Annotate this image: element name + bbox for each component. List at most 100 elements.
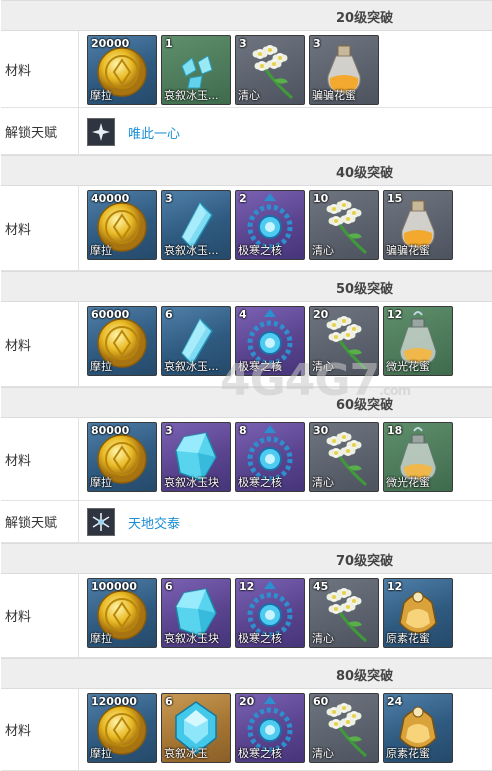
material-name: 微光花蜜 (386, 360, 430, 373)
section-title: 20级突破 (336, 11, 394, 26)
material-name: 极寒之核 (238, 476, 282, 489)
material-count: 12 (387, 308, 403, 321)
material-item[interactable]: 4 极寒之核 (235, 306, 305, 376)
section-title: 40级突破 (336, 166, 394, 181)
material-name: 摩拉 (90, 244, 112, 257)
material-count: 24 (387, 695, 403, 708)
material-item[interactable]: 3 骗骗花蜜 (309, 35, 379, 105)
materials-row: 材料 60000 摩拉 6 哀叙冰玉... 4 极寒之核 20 清心 12 微光… (1, 302, 492, 387)
materials-row: 材料 40000 摩拉 3 哀叙冰玉... 2 极寒之核 10 清心 15 骗骗… (1, 186, 492, 271)
material-count: 3 (165, 424, 173, 437)
material-count: 1 (165, 37, 173, 50)
material-count: 100000 (91, 580, 137, 593)
materials-row: 材料 80000 摩拉 3 哀叙冰玉块 8 极寒之核 30 清心 18 微光花蜜 (1, 418, 492, 501)
material-item[interactable]: 3 清心 (235, 35, 305, 105)
talent-link[interactable]: 天地交泰 (128, 513, 180, 532)
talent-snowflake-icon[interactable] (87, 508, 115, 536)
material-item[interactable]: 6 哀叙冰玉... (161, 306, 231, 376)
material-count: 3 (313, 37, 321, 50)
material-item[interactable]: 24 原素花蜜 (383, 693, 453, 763)
material-count: 12 (239, 580, 255, 593)
section-title: 70级突破 (336, 554, 394, 569)
material-name: 极寒之核 (238, 360, 282, 373)
material-name: 哀叙冰玉... (164, 360, 219, 373)
section-title: 60级突破 (336, 398, 394, 413)
material-name: 清心 (312, 632, 334, 645)
talent: 唯此一心 (87, 118, 180, 146)
material-item[interactable]: 30 清心 (309, 422, 379, 492)
material-item[interactable]: 20 清心 (309, 306, 379, 376)
material-item[interactable]: 20000 摩拉 (87, 35, 157, 105)
material-count: 6 (165, 308, 173, 321)
material-count: 6 (165, 580, 173, 593)
material-name: 摩拉 (90, 89, 112, 102)
material-name: 哀叙冰玉... (164, 244, 219, 257)
material-count: 3 (165, 192, 173, 205)
section-header: 20级突破 (1, 0, 492, 31)
materials-row: 材料 100000 摩拉 6 哀叙冰玉块 12 极寒之核 45 清心 12 原素… (1, 574, 492, 658)
materials-row: 材料 120000 摩拉 6 哀叙冰玉 20 极寒之核 60 清心 24 原素花… (1, 689, 492, 771)
material-count: 40000 (91, 192, 130, 205)
materials-label: 材料 (1, 418, 79, 500)
material-count: 20 (239, 695, 255, 708)
material-name: 极寒之核 (238, 747, 282, 760)
material-name: 哀叙冰玉块 (164, 476, 219, 489)
material-item[interactable]: 45 清心 (309, 578, 379, 648)
material-name: 摩拉 (90, 360, 112, 373)
material-count: 15 (387, 192, 403, 205)
material-count: 8 (239, 424, 247, 437)
talent-link[interactable]: 唯此一心 (128, 123, 180, 142)
material-name: 骗骗花蜜 (312, 89, 356, 102)
material-name: 清心 (312, 244, 334, 257)
material-item[interactable]: 80000 摩拉 (87, 422, 157, 492)
material-item[interactable]: 20 极寒之核 (235, 693, 305, 763)
material-name: 极寒之核 (238, 632, 282, 645)
material-count: 45 (313, 580, 329, 593)
material-item[interactable]: 120000 摩拉 (87, 693, 157, 763)
material-item[interactable]: 12 极寒之核 (235, 578, 305, 648)
material-count: 120000 (91, 695, 137, 708)
material-name: 微光花蜜 (386, 476, 430, 489)
material-name: 哀叙冰玉... (164, 89, 219, 102)
talent-row: 解锁天赋 天地交泰 (1, 501, 492, 543)
material-item[interactable]: 40000 摩拉 (87, 190, 157, 260)
material-item[interactable]: 12 原素花蜜 (383, 578, 453, 648)
material-item[interactable]: 60 清心 (309, 693, 379, 763)
material-item[interactable]: 100000 摩拉 (87, 578, 157, 648)
material-item[interactable]: 8 极寒之核 (235, 422, 305, 492)
section-title: 80级突破 (336, 669, 394, 684)
material-count: 20000 (91, 37, 130, 50)
section-header: 50级突破 (1, 271, 492, 302)
materials-label: 材料 (1, 31, 79, 107)
material-count: 10 (313, 192, 329, 205)
material-item[interactable]: 60000 摩拉 (87, 306, 157, 376)
material-item[interactable]: 18 微光花蜜 (383, 422, 453, 492)
material-name: 摩拉 (90, 747, 112, 760)
materials-label: 材料 (1, 302, 79, 386)
material-name: 哀叙冰玉 (164, 747, 208, 760)
material-item[interactable]: 6 哀叙冰玉块 (161, 578, 231, 648)
materials-label: 材料 (1, 574, 79, 657)
material-count: 30 (313, 424, 329, 437)
material-name: 清心 (312, 747, 334, 760)
material-name: 摩拉 (90, 476, 112, 489)
material-item[interactable]: 12 微光花蜜 (383, 306, 453, 376)
section-header: 70级突破 (1, 543, 492, 574)
materials-row: 材料 20000 摩拉 1 哀叙冰玉... 3 清心 3 骗骗花蜜 (1, 31, 492, 108)
material-item[interactable]: 3 哀叙冰玉块 (161, 422, 231, 492)
material-item[interactable]: 2 极寒之核 (235, 190, 305, 260)
material-item[interactable]: 10 清心 (309, 190, 379, 260)
material-count: 20 (313, 308, 329, 321)
section-title: 50级突破 (336, 282, 394, 297)
material-item[interactable]: 3 哀叙冰玉... (161, 190, 231, 260)
material-name: 清心 (238, 89, 260, 102)
section-header: 60级突破 (1, 387, 492, 418)
material-item[interactable]: 6 哀叙冰玉 (161, 693, 231, 763)
material-count: 18 (387, 424, 403, 437)
material-name: 清心 (312, 360, 334, 373)
materials-label: 材料 (1, 689, 79, 770)
material-count: 12 (387, 580, 403, 593)
talent-star-icon[interactable] (87, 118, 115, 146)
material-item[interactable]: 15 骗骗花蜜 (383, 190, 453, 260)
material-item[interactable]: 1 哀叙冰玉... (161, 35, 231, 105)
